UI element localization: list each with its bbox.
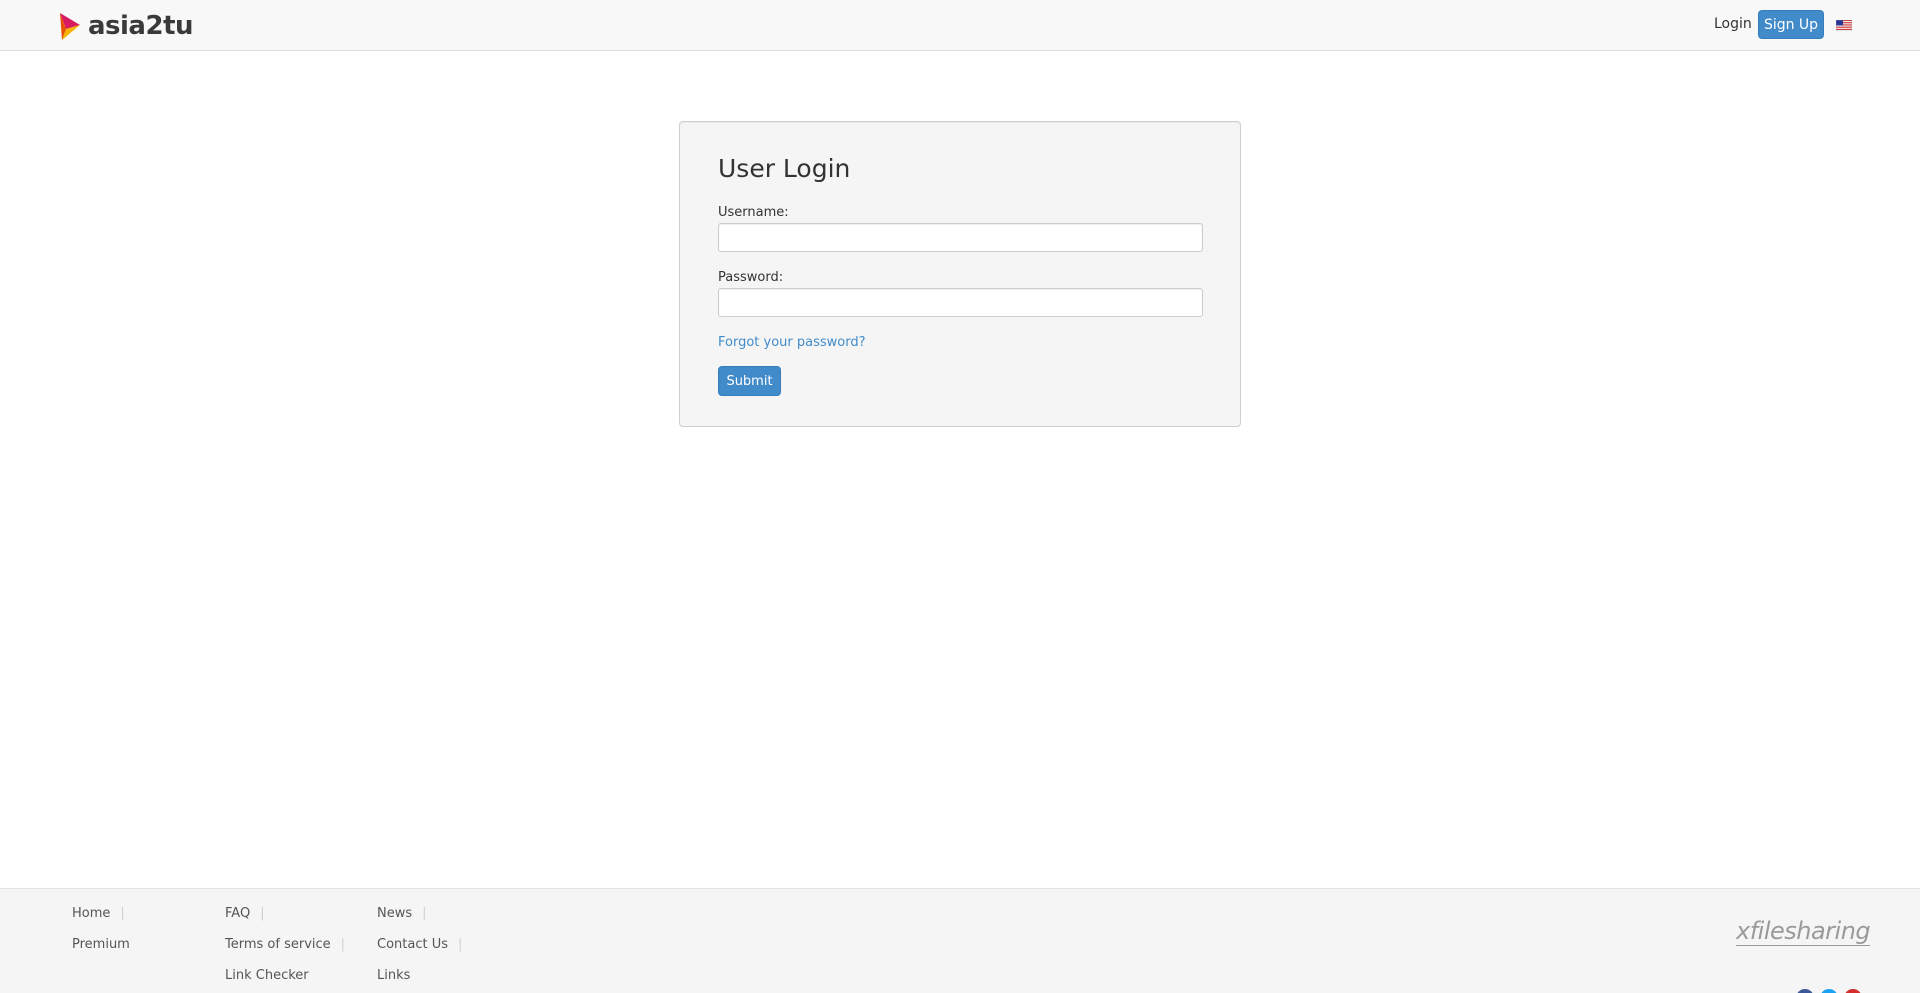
footer-link-terms[interactable]: Terms of service | xyxy=(225,937,345,952)
password-input[interactable] xyxy=(718,288,1203,317)
brand-logo-link[interactable]: asia2tu xyxy=(56,11,194,41)
footer-link-label: Terms of service xyxy=(225,937,331,952)
footer-link-links[interactable]: Links xyxy=(377,968,410,983)
footer-link-label: News xyxy=(377,906,413,921)
footer-link-label: FAQ xyxy=(225,906,251,921)
brand-logo-icon xyxy=(60,13,80,40)
login-title: User Login xyxy=(718,154,851,183)
powered-by-text: xfilesharing xyxy=(1736,917,1871,946)
xfilesharing-logo[interactable]: xfilesharing xyxy=(1736,917,1871,946)
us-flag-icon[interactable] xyxy=(1836,20,1852,31)
top-navbar: asia2tu Login Sign Up xyxy=(0,0,1920,51)
footer-link-home[interactable]: Home | xyxy=(72,906,125,921)
login-link[interactable]: Login xyxy=(1714,16,1752,32)
footer-separator: | xyxy=(458,937,463,952)
facebook-icon[interactable] xyxy=(1796,989,1814,993)
brand-name: asia2tu xyxy=(88,11,194,41)
footer-link-label: Contact Us xyxy=(377,937,448,952)
username-label: Username: xyxy=(718,205,789,220)
footer-separator: | xyxy=(422,906,427,921)
footer-separator: | xyxy=(340,937,346,952)
footer-separator: | xyxy=(120,906,125,921)
youtube-icon[interactable] xyxy=(1844,989,1862,993)
submit-button[interactable]: Submit xyxy=(718,366,781,396)
username-input[interactable] xyxy=(718,223,1203,252)
twitter-icon[interactable] xyxy=(1820,989,1838,993)
password-label: Password: xyxy=(718,270,784,285)
forgot-password-link[interactable]: Forgot your password? xyxy=(718,335,866,350)
footer-link-premium[interactable]: Premium xyxy=(72,937,130,952)
footer-link-label: Premium xyxy=(72,937,130,952)
login-panel: User Login Username: Password: Forgot yo… xyxy=(679,121,1241,427)
page-footer: Home | Premium FAQ | Terms of service | Lin… xyxy=(0,888,1920,993)
footer-separator: | xyxy=(260,906,265,921)
footer-link-link-checker[interactable]: Link Checker xyxy=(225,968,309,983)
footer-link-contact[interactable]: Contact Us | xyxy=(377,937,462,952)
footer-link-label: Links xyxy=(377,968,411,983)
footer-link-faq[interactable]: FAQ | xyxy=(225,906,265,921)
footer-link-news[interactable]: News | xyxy=(377,906,427,921)
social-icons xyxy=(1796,989,1862,993)
footer-link-label: Link Checker xyxy=(225,968,309,983)
signup-button[interactable]: Sign Up xyxy=(1758,10,1824,39)
footer-link-label: Home xyxy=(72,906,111,921)
